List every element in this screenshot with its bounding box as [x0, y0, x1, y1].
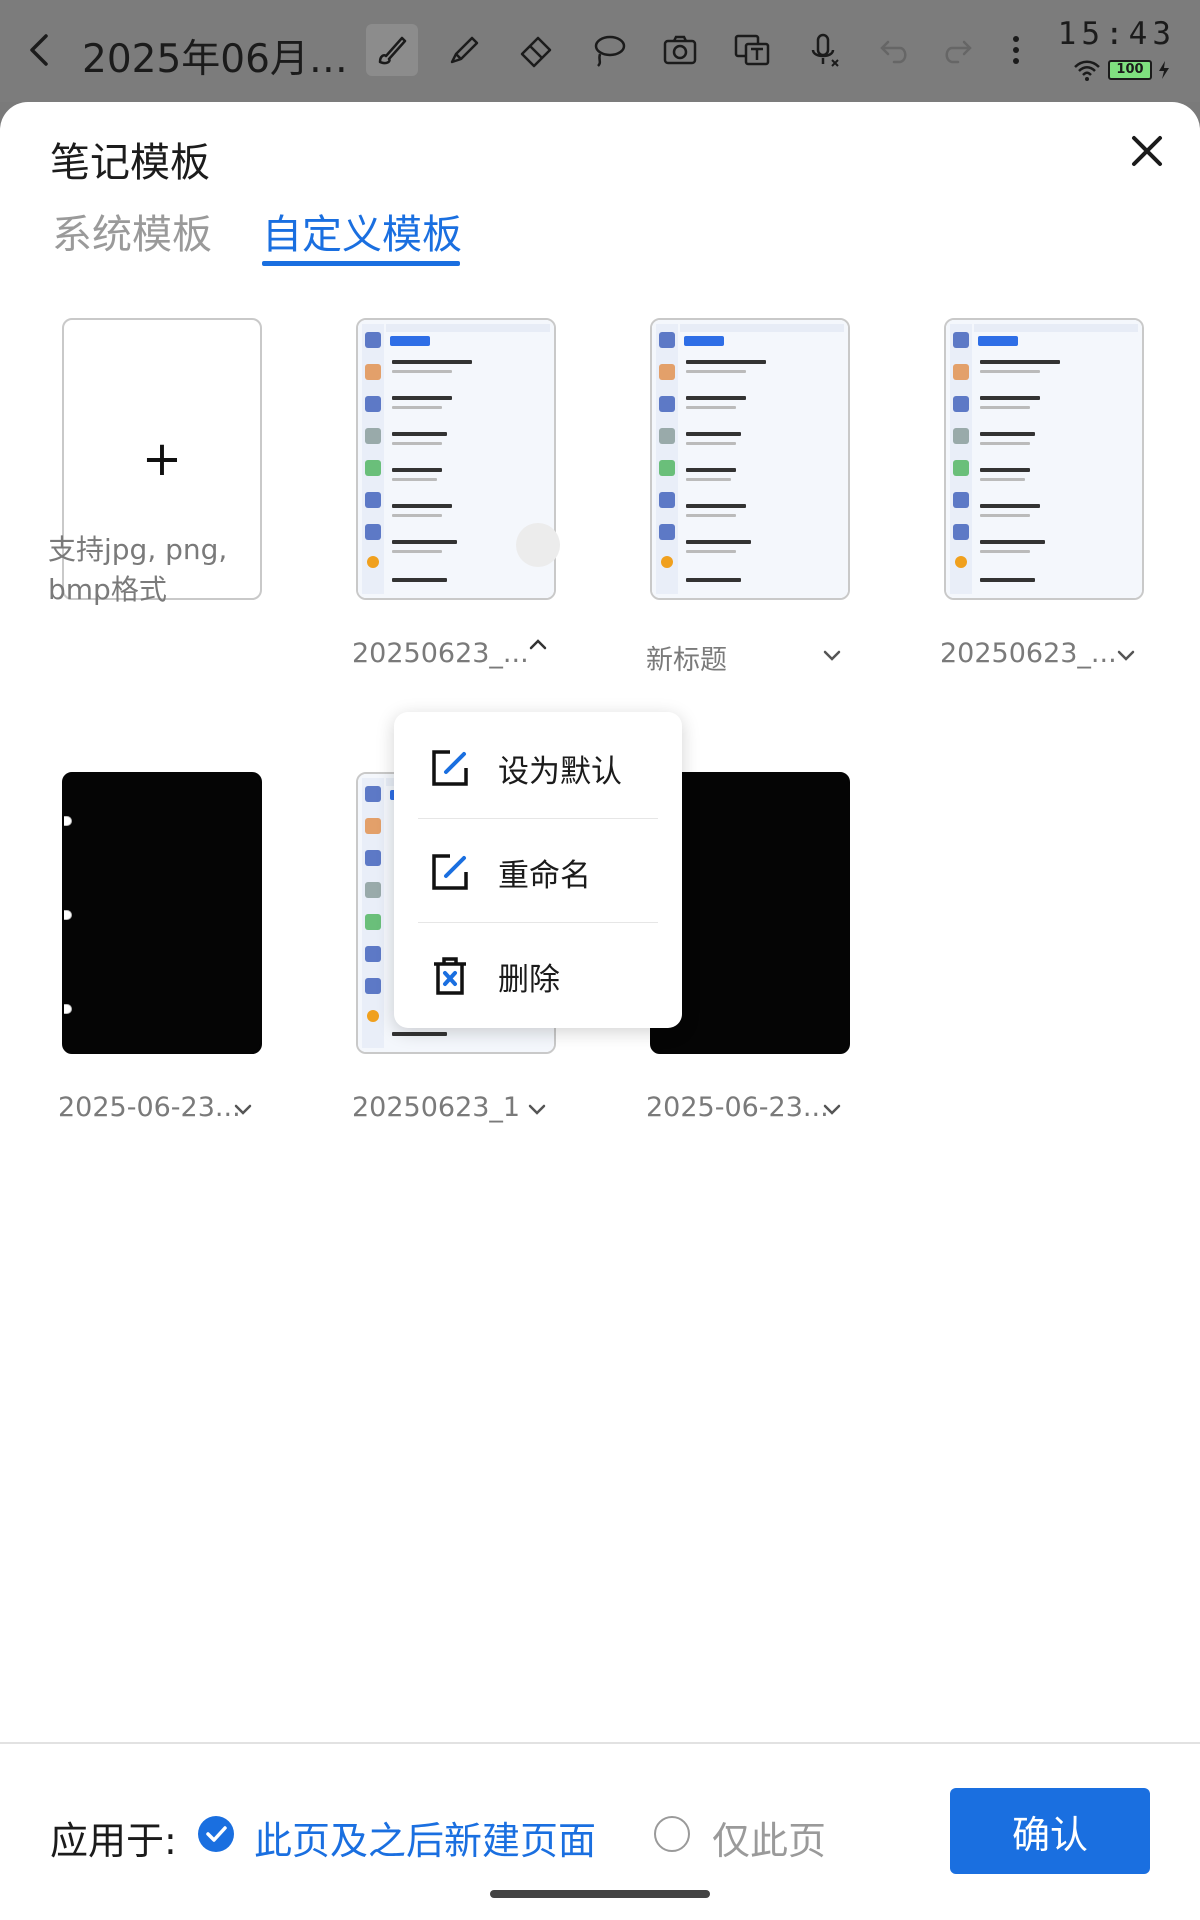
- menu-item-label: 重命名: [498, 857, 591, 894]
- check-icon: [206, 1826, 227, 1842]
- menu-item-delete[interactable]: 删除: [394, 926, 682, 1026]
- template-thumbnail[interactable]: [650, 318, 850, 600]
- template-context-menu: 设为默认 重命名 删除: [394, 712, 682, 1028]
- confirm-button[interactable]: 确认: [950, 1788, 1150, 1874]
- template-label[interactable]: 20250623_1: [352, 1092, 520, 1123]
- brush-tool[interactable]: [366, 24, 418, 76]
- template-label[interactable]: 20250623_...: [352, 638, 529, 669]
- binding-ring: [64, 910, 72, 920]
- tab-custom-templates[interactable]: 自定义模板: [262, 202, 462, 270]
- template-label[interactable]: 新标题: [646, 638, 727, 677]
- text-recognize-tool[interactable]: [726, 24, 778, 76]
- back-icon[interactable]: [24, 30, 56, 70]
- chevron-down-icon[interactable]: [230, 1096, 256, 1122]
- option-this-and-following-label[interactable]: 此页及之后新建页面: [254, 1810, 596, 1865]
- more-icon: [1013, 36, 1019, 64]
- menu-item-rename[interactable]: 重命名: [394, 822, 682, 922]
- menu-divider: [418, 818, 658, 819]
- menu-item-label: 删除: [498, 961, 560, 998]
- tab-system-templates[interactable]: 系统模板: [52, 202, 212, 270]
- status-icons: 100: [1072, 58, 1170, 82]
- template-thumbnail[interactable]: [62, 772, 262, 1054]
- template-label[interactable]: 20250623_...: [940, 638, 1117, 669]
- home-indicator[interactable]: [490, 1890, 710, 1898]
- trash-icon: [434, 957, 466, 995]
- chevron-up-icon[interactable]: [525, 632, 551, 658]
- apply-to-label: 应用于:: [50, 1819, 177, 1863]
- sheet-title: 笔记模板: [50, 140, 210, 186]
- option-this-page-only-label[interactable]: 仅此页: [712, 1810, 826, 1865]
- menu-item-label: 设为默认: [498, 753, 622, 790]
- options-toggle-active[interactable]: [516, 523, 560, 567]
- top-toolbar: 2025年06月2... 15:43 100: [0, 0, 1200, 102]
- highlighter-icon: [450, 36, 479, 64]
- close-icon[interactable]: [1124, 128, 1170, 174]
- status-clock: 15:43: [1057, 16, 1176, 52]
- format-hint: 支持jpg, png, bmp格式: [48, 533, 228, 606]
- highlighter-tool[interactable]: [438, 24, 490, 76]
- chevron-down-icon[interactable]: [524, 1096, 550, 1122]
- wifi-icon: [1074, 60, 1100, 81]
- text-recognize-icon: [734, 34, 770, 66]
- battery-indicator: 100: [1108, 60, 1152, 80]
- voice-tool[interactable]: [798, 24, 850, 76]
- redo-tool[interactable]: [930, 24, 982, 76]
- eraser-icon: [520, 36, 552, 68]
- edit-square-icon: [432, 750, 468, 786]
- binding-ring: [64, 1004, 72, 1014]
- note-title[interactable]: 2025年06月2...: [82, 28, 352, 84]
- camera-icon: [663, 35, 697, 65]
- camera-tool[interactable]: [654, 24, 706, 76]
- screenshot-thumbnail: [946, 320, 1142, 598]
- voice-icon: [811, 33, 839, 67]
- charging-icon: [1159, 61, 1169, 79]
- menu-item-set-default[interactable]: 设为默认: [394, 718, 682, 818]
- screenshot-thumbnail: [652, 320, 848, 598]
- chevron-down-icon[interactable]: [1113, 642, 1139, 668]
- lasso-tool[interactable]: [582, 24, 634, 76]
- brush-icon: [378, 36, 407, 65]
- plus-icon: +: [141, 431, 183, 487]
- template-thumbnail[interactable]: [944, 318, 1144, 600]
- redo-icon: [945, 40, 972, 64]
- chevron-down-icon[interactable]: [819, 1096, 845, 1122]
- footer-divider: [0, 1742, 1200, 1744]
- lasso-icon: [594, 35, 626, 67]
- eraser-tool[interactable]: [510, 24, 562, 76]
- undo-tool[interactable]: [870, 24, 922, 76]
- more-tool[interactable]: [990, 24, 1042, 76]
- undo-icon: [880, 40, 907, 64]
- radio-this-and-following[interactable]: [198, 1816, 234, 1852]
- menu-divider: [418, 922, 658, 923]
- template-label[interactable]: 2025-06-23...: [58, 1092, 241, 1123]
- chevron-down-icon[interactable]: [819, 642, 845, 668]
- radio-this-page-only[interactable]: [654, 1816, 690, 1852]
- tab-active-indicator: [262, 261, 460, 266]
- binding-ring: [64, 816, 72, 826]
- edit-square-icon: [432, 854, 468, 890]
- template-label[interactable]: 2025-06-23...: [646, 1092, 829, 1123]
